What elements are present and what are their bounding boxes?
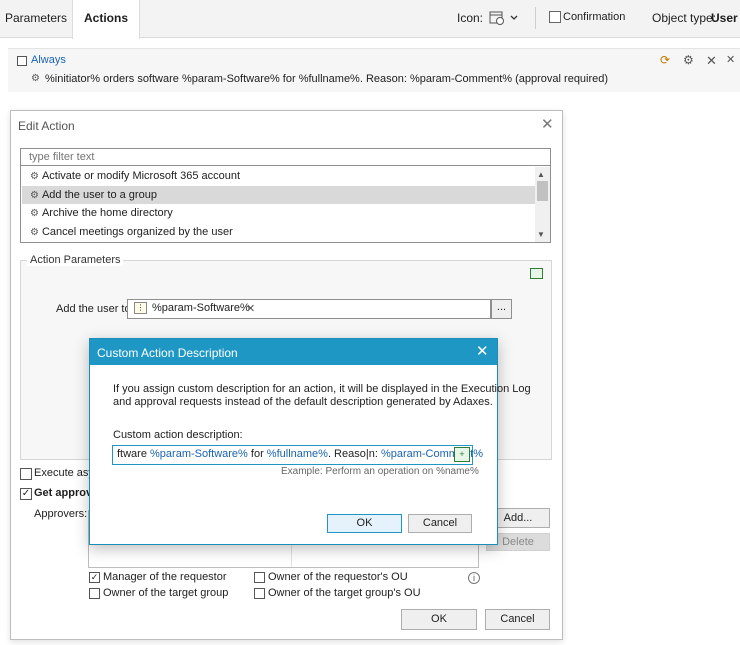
gear-icon: ⚙ — [30, 171, 39, 182]
gear-icon: ⚙ — [30, 190, 39, 201]
condition-panel — [8, 48, 740, 92]
insert-value-icon[interactable]: + — [454, 447, 470, 462]
execute-async-checkbox[interactable] — [20, 468, 32, 480]
requestor-ou-owner-checkbox[interactable] — [254, 572, 265, 583]
gear-icon: ⚙ — [31, 73, 40, 84]
object-type-value: User — [711, 11, 738, 25]
scrollbar-thumb[interactable] — [537, 181, 548, 201]
list-item-label: Cancel meetings organized by the user — [41, 226, 233, 238]
tab-parameters[interactable]: Parameters — [0, 0, 72, 38]
execute-async-label: Execute asy — [34, 467, 94, 479]
input-text: . Reaso|n: — [327, 448, 381, 460]
object-type-label: Object type: — [652, 11, 717, 25]
delete-icon[interactable]: ✕ — [706, 53, 717, 69]
gear-icon: ⚙ — [30, 227, 39, 238]
requestor-ou-owner-label: Owner of the requestor's OU — [268, 571, 408, 583]
ok-button[interactable]: OK — [401, 609, 477, 630]
param-token: %param-Software% — [150, 448, 248, 460]
action-parameters-legend: Action Parameters — [27, 254, 124, 266]
insert-value-icon[interactable] — [530, 268, 543, 279]
gear-icon: ⚙ — [30, 208, 39, 219]
info-icon[interactable]: i — [468, 572, 480, 584]
approvers-label: Approvers: — [34, 508, 88, 520]
add-user-label: Add the user to — [56, 303, 131, 315]
list-item-label: Archive the home directory — [41, 207, 173, 219]
group-ou-owner-label: Owner of the target group's OU — [268, 587, 421, 599]
icon-picker-dropdown[interactable] — [489, 9, 521, 27]
list-item-label: Activate or modify Microsoft 365 account — [41, 170, 241, 182]
list-item-label: Add the user to a group — [41, 189, 157, 201]
window-clock-icon — [489, 11, 518, 25]
remove-chip-icon[interactable]: ✕ — [246, 302, 255, 315]
filter-input[interactable] — [20, 148, 551, 166]
toolbar-divider — [535, 7, 536, 29]
list-item[interactable]: ⚙ Archive the home directory — [22, 204, 536, 222]
ok-button[interactable]: OK — [327, 514, 402, 533]
condition-label[interactable]: Always — [31, 54, 66, 66]
description-text: If you assign custom description for an … — [113, 383, 531, 395]
action-list[interactable]: ⚙ Activate or modify Microsoft 365 accoun… — [20, 166, 551, 243]
dialog-title: Custom Action Description — [97, 346, 238, 360]
confirmation-checkbox[interactable] — [549, 11, 561, 23]
param-token: %fullname% — [266, 448, 328, 460]
field-label: Custom action description: — [113, 429, 243, 441]
scroll-down-icon[interactable]: ▼ — [537, 230, 545, 239]
description-text: and approval requests instead of the def… — [113, 396, 493, 408]
manager-checkbox[interactable]: ✓ — [89, 572, 100, 583]
close-icon[interactable]: ✕ — [541, 115, 554, 133]
manager-label: Manager of the requestor — [103, 571, 227, 583]
custom-description-value: ftware %param-Software% for %fullname%. … — [117, 448, 483, 460]
group-chip-label: %param-Software% — [152, 302, 250, 314]
icon-label: Icon: — [457, 11, 484, 25]
get-approval-label: Get approv — [34, 487, 93, 499]
list-item-selected[interactable]: ⚙ Add the user to a group — [22, 186, 536, 204]
group-owner-label: Owner of the target group — [103, 587, 229, 599]
remove-condition-icon[interactable]: ✕ — [726, 53, 735, 66]
group-owner-checkbox[interactable] — [89, 588, 100, 599]
dialog-title: Edit Action — [18, 119, 75, 133]
input-text: ftware — [117, 448, 151, 460]
input-text: for — [247, 448, 267, 460]
get-approval-checkbox[interactable]: ✓ — [20, 488, 32, 500]
list-item[interactable]: ⚙ Cancel meetings organized by the user — [22, 223, 536, 241]
action-summary[interactable]: %initiator% orders software %param-Softw… — [45, 73, 608, 85]
example-text: Example: Perform an operation on %name% — [281, 466, 479, 477]
tab-actions[interactable]: Actions — [72, 0, 140, 39]
cancel-button[interactable]: Cancel — [408, 514, 472, 533]
scroll-up-icon[interactable]: ▲ — [537, 170, 545, 179]
browse-button[interactable]: ... — [491, 299, 512, 319]
condition-checkbox[interactable] — [17, 56, 27, 66]
close-icon[interactable]: ✕ — [476, 342, 489, 360]
list-item[interactable]: ⚙ Activate or modify Microsoft 365 accoun… — [22, 167, 536, 185]
confirmation-label: Confirmation — [563, 11, 626, 23]
cancel-button[interactable]: Cancel — [485, 609, 550, 630]
settings-icon[interactable]: ⚙ — [683, 53, 694, 67]
group-ou-owner-checkbox[interactable] — [254, 588, 265, 599]
group-icon: ⋮ — [134, 302, 147, 314]
set-condition-icon[interactable]: ⟳ — [660, 53, 670, 67]
